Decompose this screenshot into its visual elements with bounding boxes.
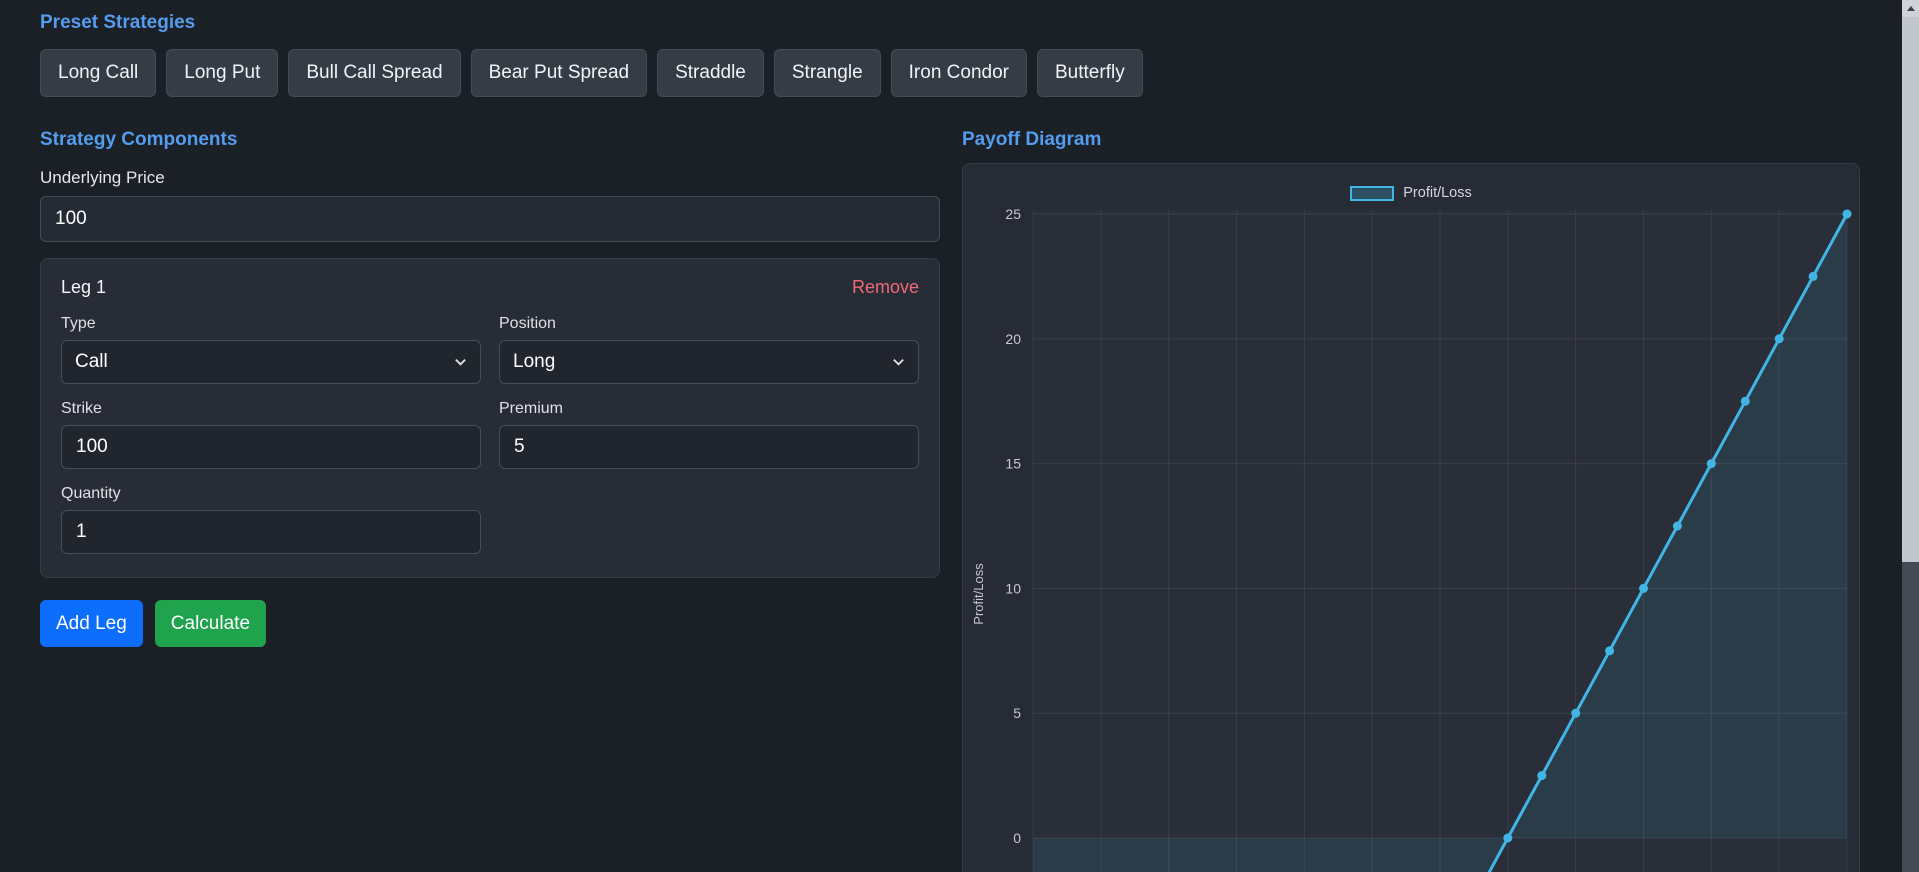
leg-fields-grid: Type Call Position Long Strike 100 Premi… bbox=[61, 314, 919, 569]
add-leg-button[interactable]: Add Leg bbox=[40, 599, 143, 648]
preset-long-call-button[interactable]: Long Call bbox=[40, 48, 157, 97]
strategy-components-title: Strategy Components bbox=[40, 128, 238, 150]
position-field: Position Long bbox=[499, 314, 919, 384]
premium-input[interactable] bbox=[499, 424, 919, 469]
svg-text:25: 25 bbox=[1005, 206, 1021, 222]
leg-header: Leg 1 Remove bbox=[61, 277, 919, 298]
leg-card: Leg 1 Remove Type Call Position Long Str… bbox=[40, 257, 940, 578]
strike-field: Strike bbox=[61, 399, 481, 469]
preset-straddle-button[interactable]: Straddle bbox=[657, 48, 764, 97]
scrollbar-thumb[interactable] bbox=[1902, 17, 1919, 562]
strategy-components-panel: Strategy Components Underlying Price Leg… bbox=[40, 129, 940, 872]
svg-text:Profit/Loss: Profit/Loss bbox=[971, 563, 986, 625]
svg-text:10: 10 bbox=[1005, 581, 1021, 597]
main-columns: Strategy Components Underlying Price Leg… bbox=[40, 129, 1879, 872]
leg-title: Leg 1 bbox=[61, 276, 107, 297]
remove-leg-button[interactable]: Remove bbox=[852, 277, 919, 298]
scrollbar[interactable] bbox=[1902, 0, 1919, 872]
payoff-chart-card[interactable]: Profit/Loss 0 5 10 15 20 25 Profit/Loss bbox=[962, 163, 1860, 872]
preset-iron-condor-button[interactable]: Iron Condor bbox=[890, 48, 1027, 97]
scroll-up-button[interactable] bbox=[1902, 0, 1919, 17]
chevron-down-icon bbox=[453, 354, 468, 369]
type-field: Type Call bbox=[61, 314, 481, 384]
legend-label: Profit/Loss bbox=[1403, 185, 1472, 202]
chart-legend[interactable]: Profit/Loss bbox=[963, 185, 1859, 201]
preset-butterfly-button[interactable]: Butterfly bbox=[1037, 48, 1143, 97]
preset-strategies-title: Preset Strategies bbox=[40, 12, 196, 33]
preset-bull-call-spread-button[interactable]: Bull Call Spread bbox=[288, 48, 461, 97]
underlying-price-label: Underlying Price bbox=[40, 168, 165, 188]
position-select-value: Long bbox=[513, 350, 556, 372]
quantity-input[interactable] bbox=[61, 509, 481, 554]
preset-strangle-button[interactable]: Strangle bbox=[773, 48, 881, 97]
svg-text:5: 5 bbox=[1013, 706, 1021, 722]
strike-label: Strike bbox=[61, 399, 102, 417]
type-label: Type bbox=[61, 314, 96, 332]
calculate-button[interactable]: Calculate bbox=[154, 599, 267, 648]
quantity-field: Quantity bbox=[61, 484, 481, 554]
preset-bear-put-spread-button[interactable]: Bear Put Spread bbox=[470, 48, 648, 97]
svg-text:20: 20 bbox=[1005, 331, 1021, 347]
payoff-diagram-title: Payoff Diagram bbox=[962, 128, 1102, 150]
premium-field: Premium bbox=[499, 399, 919, 469]
chevron-down-icon bbox=[891, 354, 906, 369]
quantity-label: Quantity bbox=[61, 484, 121, 502]
actions-row: Add Leg Calculate bbox=[40, 599, 940, 648]
svg-text:0: 0 bbox=[1013, 830, 1021, 846]
type-select[interactable]: Call bbox=[61, 339, 481, 384]
payoff-panel: Payoff Diagram Profit/Loss 0 5 10 15 20 25 Pro… bbox=[962, 129, 1860, 872]
strike-input[interactable] bbox=[61, 424, 481, 469]
preset-long-put-button[interactable]: Long Put bbox=[166, 48, 279, 97]
underlying-price-input[interactable] bbox=[40, 195, 940, 242]
payoff-chart[interactable]: 0 5 10 15 20 25 Profit/Loss bbox=[963, 164, 1859, 872]
app-viewport: Preset Strategies Long Call Long Put Bul… bbox=[0, 0, 1919, 872]
type-select-value: Call bbox=[75, 350, 108, 372]
svg-text:15: 15 bbox=[1005, 456, 1021, 472]
premium-label: Premium bbox=[499, 399, 564, 417]
legend-swatch-icon bbox=[1350, 185, 1395, 201]
scroll-up-icon bbox=[1906, 6, 1915, 11]
options-strategy-page: Preset Strategies Long Call Long Put Bul… bbox=[0, 0, 1919, 872]
position-select[interactable]: Long bbox=[499, 339, 919, 384]
preset-strategies-row: Long Call Long Put Bull Call Spread Bear… bbox=[40, 48, 1879, 97]
position-label: Position bbox=[499, 314, 556, 332]
